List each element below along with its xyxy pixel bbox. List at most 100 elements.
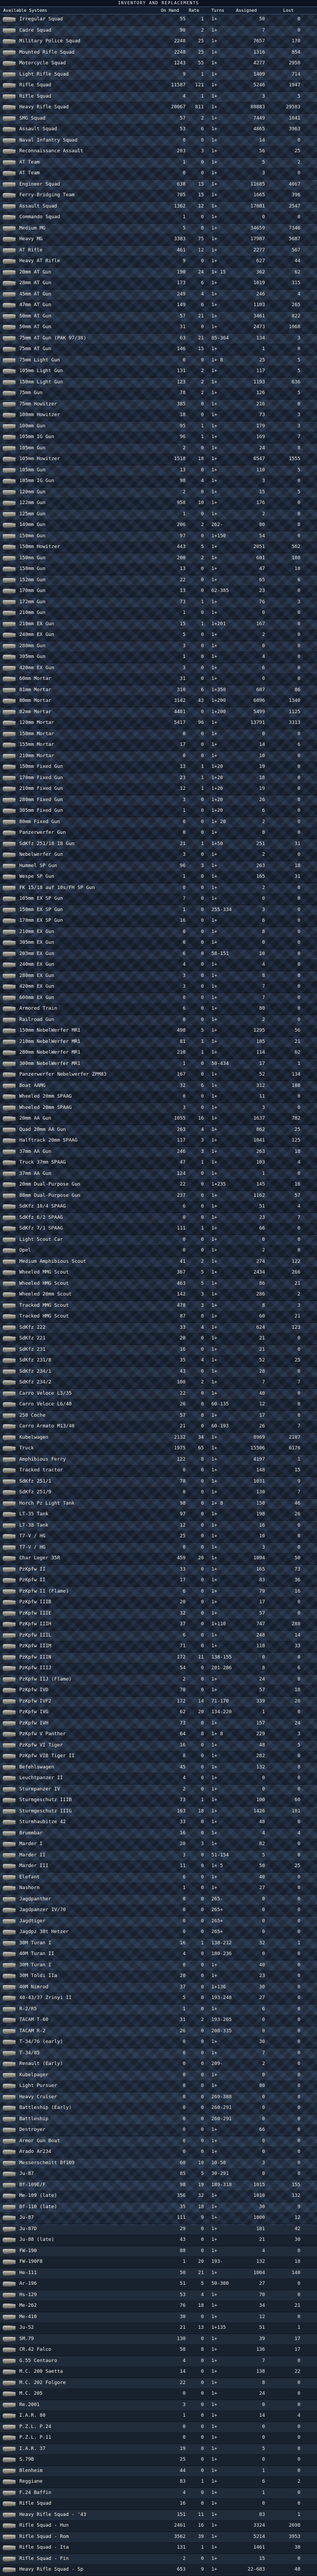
table-row[interactable]: Hs-129 53 4 1+ 70 0 (0, 2290, 317, 2301)
table-row[interactable]: 105mm Gun 2 0 1+ 24 8 (0, 443, 317, 454)
table-row[interactable]: SdKfz 234/2 100 2 1+ 7 7 (0, 1378, 317, 1389)
table-row[interactable]: Elefant 6 0 1+ 40 0 (0, 1872, 317, 1883)
table-row[interactable]: Heavy Rifle Squad 20067 811 1+ 80883 29583 (0, 102, 317, 114)
table-row[interactable]: 105mm EX SP Gun 7 0 1+ 0 0 (0, 894, 317, 905)
table-row[interactable]: 240mm EX Gun 5 0 1+ 2 0 (0, 630, 317, 641)
table-row[interactable]: 45mm AT Gun 249 4 1+ 246 4 (0, 289, 317, 300)
table-row[interactable]: Marder II 3 0 51-154 5 0 (0, 1850, 317, 1861)
table-row[interactable]: PzKpfw IIIJ 54 0 201-286 8 6 (0, 1663, 317, 1675)
table-row[interactable]: AT Team 1 0 1+ 5 2 (0, 157, 317, 168)
table-row[interactable]: Mounted Rifle Squad 2248 25 1+ 1316 854 (0, 47, 317, 58)
table-row[interactable]: 150mm EX SP Gun 1 0 255-334 3 0 (0, 905, 317, 916)
table-row[interactable]: Heavy AT Rifle 9 0 1+ 627 44 (0, 256, 317, 268)
table-row[interactable]: CR.42 Falco 58 8 1+ 136 17 (0, 2345, 317, 2356)
table-row[interactable]: SM.79 130 0 1+ 39 17 (0, 2334, 317, 2345)
table-row[interactable]: PzKpfw VIB Tiger II 8 0 1+ 282 0 (0, 1751, 317, 1763)
table-row[interactable]: Heavy Cruiser 0 0 269-388 0 0 (0, 2092, 317, 2103)
table-row[interactable]: 210mm NebelWerfer MR1 81 1 1+ 185 21 (0, 1037, 317, 1048)
table-row[interactable]: Jagdtiger 0 0 265+ 0 0 (0, 1916, 317, 1927)
table-row[interactable]: Truck 1975 65 1+ 15506 6176 (0, 1444, 317, 1455)
table-row[interactable]: Wheeled MMG Scout 367 5 1+ 2434 266 (0, 1268, 317, 1279)
table-row[interactable]: 150mm Gun 200 2 1+ 601 108 (0, 553, 317, 564)
table-row[interactable]: 280mm NebelWerfer MR1 210 1 1+ 114 62 (0, 1048, 317, 1059)
table-row[interactable]: PzKpfw IIIM 71 0 1+ 118 33 (0, 1641, 317, 1653)
table-row[interactable]: SdKfz 7/1 SPAAG 111 1 1+ 66 0 (0, 1224, 317, 1235)
table-row[interactable]: Opel 0 0 1+ 2 0 (0, 1246, 317, 1257)
table-row[interactable]: Truck 37mm SPAAG 47 1 1+ 103 4 (0, 1158, 317, 1169)
table-row[interactable]: Leuchtpanzer II 4 0 1+ 0 0 (0, 1773, 317, 1785)
table-row[interactable]: Ferry-Bridging Team 705 15 1+ 1665 396 (0, 190, 317, 202)
table-row[interactable]: 120mm Mortar 5417 96 1+ 13791 3313 (0, 718, 317, 729)
table-row[interactable]: Carro Armato M13/40 21 0 60-193 26 7 (0, 1422, 317, 1433)
table-row[interactable]: PzKpfw IIIH 37 0 1+110 747 288 (0, 1619, 317, 1631)
table-row[interactable]: M.C. 202 Folgore 22 0 1+ 8 0 (0, 2378, 317, 2389)
table-row[interactable]: 210mm EX Gun 0 0 1+ 8 0 (0, 927, 317, 938)
table-row[interactable]: Light Rifle Squad 9 1 1+ 1409 714 (0, 69, 317, 80)
header-on-hand[interactable]: On Hand (161, 7, 179, 14)
table-row[interactable]: 210mm Fixed Gun 12 1 1+20 19 0 (0, 784, 317, 795)
table-row[interactable]: 30M Toldi IIa 20 0 1+ 23 0 (0, 1971, 317, 1982)
table-row[interactable]: 150mm Light Gun 123 2 1+ 1193 636 (0, 377, 317, 388)
table-row[interactable]: 280mm Fixed Gun 3 0 1+20 26 0 (0, 795, 317, 806)
header-lost[interactable]: Lost (283, 7, 293, 14)
table-row[interactable]: SdKfz 221 20 0 1+ 21 0 (0, 1334, 317, 1345)
table-row[interactable]: 50mm AT Gun 57 21 1+ 3461 822 (0, 311, 317, 322)
table-row[interactable]: Medium Amphibious Scout 41 2 1+ 274 122 (0, 1256, 317, 1268)
table-row[interactable]: PzKpfw IIIB 20 0 1+ 17 0 (0, 1597, 317, 1609)
table-row[interactable]: Rifle Squad 16 0 1+ 0 0 (0, 2499, 317, 2510)
table-row[interactable]: Military Police Squad 2248 25 1+ 7657 170 (0, 36, 317, 48)
table-row[interactable]: Rifle Squad 4 1 1+ 3 5 (0, 91, 317, 102)
table-row[interactable]: Heavy Rifle Squad - Sp 653 9 1+ 22-683 48 (0, 2565, 317, 2576)
header-turns[interactable]: Turns (211, 7, 224, 14)
table-row[interactable]: Kubelpager 0 0 1+ 0 0 (0, 2070, 317, 2081)
table-row[interactable]: Bf-110 (late) 35 18 1+ 30 9 (0, 2202, 317, 2213)
table-row[interactable]: Me-410 30 0 1+ 12 0 (0, 2312, 317, 2323)
table-row[interactable]: Armored Train 6 0 1+ 80 0 (0, 1004, 317, 1015)
table-row[interactable]: Ju-87 111 9 1+ 1000 12 (0, 2213, 317, 2224)
table-row[interactable]: 20mm Dual-Purpose Gun 22 0 1+235 145 16 (0, 1180, 317, 1191)
table-row[interactable]: Nashorn 1 0 1+ 27 0 (0, 1883, 317, 1894)
table-row[interactable]: 40M Turan II 4 0 180-236 0 0 (0, 1949, 317, 1960)
table-row[interactable]: Carro Veloce L6/40 26 0 60-135 12 0 (0, 1400, 317, 1411)
table-row[interactable]: 37mm AA Gun 124 0 1+ 1 0 (0, 1168, 317, 1180)
table-row[interactable]: Rifle Squad - Hun 2461 16 1+ 3324 2698 (0, 2521, 317, 2532)
table-row[interactable]: SdKfz 251/1 78 0 1+ 1031 9 (0, 1476, 317, 1487)
table-row[interactable]: 28mm AT Gun 173 6 1+ 1019 315 (0, 278, 317, 290)
table-row[interactable]: 75mm Howitzer 385 0 1+ 216 0 (0, 399, 317, 410)
table-row[interactable]: 81mm Mortar 310 6 1+350 687 86 (0, 685, 317, 696)
table-row[interactable]: 150mm Gun 97 0 1+150 54 0 (0, 531, 317, 542)
table-row[interactable]: Rifle Squad - Rom 3562 39 1+ 5214 3953 (0, 2531, 317, 2543)
table-row[interactable]: Sturmhaubitze 42 33 0 1+ 48 0 (0, 1817, 317, 1829)
table-row[interactable]: PzKpfw V Panther 64 8 1+ 8 229 3 (0, 1729, 317, 1741)
table-row[interactable]: Jagdpanzer IV/70 0 0 265+ 0 0 (0, 1905, 317, 1916)
table-row[interactable]: Rifle Squad - Fin 2 0 1+ 15 0 (0, 2553, 317, 2565)
table-row[interactable]: Rifle Squad - Ita 131 1 1+ 1461 38 (0, 2543, 317, 2554)
table-row[interactable]: 203mm EX Gun 6 0 58-151 10 0 (0, 949, 317, 960)
table-row[interactable]: 105mm Howitzer 1518 18 1+ 6547 1555 (0, 454, 317, 465)
table-row[interactable]: Halftrack 20mm SPAAG 117 3 1+ 1041 125 (0, 1136, 317, 1147)
table-row[interactable]: SdKfz 251/18 IB Gun 21 1 1+50 251 31 (0, 839, 317, 850)
table-row[interactable]: Tracked HMG Scout 87 0 1+ 60 21 (0, 1312, 317, 1323)
table-row[interactable]: 210mm Gun 1 0 1+ 0 0 (0, 608, 317, 619)
table-row[interactable]: Carro Veloce L3/35 22 0 1+ 40 0 (0, 1388, 317, 1400)
table-row[interactable]: 300mm NebelWerfer MR1 1 0 50-434 17 1 (0, 1058, 317, 1070)
table-row[interactable]: Ju-52 21 13 1+135 51 1 (0, 2323, 317, 2334)
table-row[interactable]: SdKfz 234/1 43 0 1+ 28 0 (0, 1366, 317, 1378)
table-row[interactable]: Destroyer 0 0 1+ 66 0 (0, 2125, 317, 2136)
table-row[interactable]: Reggiane 83 1 1+ 6 2 (0, 2477, 317, 2488)
table-row[interactable]: Cadre Squad 90 2 1+ 7 0 (0, 25, 317, 36)
table-row[interactable]: 600mm EX Gun 0 0 1+ 7 0 (0, 993, 317, 1004)
table-row[interactable]: Me-262 76 18 1+ 34 21 (0, 2301, 317, 2312)
table-row[interactable]: Ju-87 85 5 30-291 0 0 (0, 2169, 317, 2180)
table-row[interactable]: PzKpfw IVG 62 20 134-220 1 0 (0, 1707, 317, 1719)
table-row[interactable]: PzKpfw IVH 73 0 1+ 157 24 (0, 1718, 317, 1729)
table-row[interactable]: T7-V / HG 0 0 1+ 3 0 (0, 1542, 317, 1553)
table-row[interactable]: Panzerwerfer Gun 0 0 1+ 0 0 (0, 828, 317, 839)
table-row[interactable]: I.A.R. 37 19 0 1+ 5 0 (0, 2444, 317, 2455)
table-row[interactable]: 280mm Gun 3 0 1+ 0 0 (0, 641, 317, 652)
table-row[interactable]: SdKfz 222 33 4 1+ 624 123 (0, 1322, 317, 1334)
table-row[interactable]: Sturmgeschutz IIIG 163 18 1+ 1426 101 (0, 1806, 317, 1817)
table-row[interactable]: 150mm Gun 13 0 1+ 47 10 (0, 564, 317, 575)
table-row[interactable]: SdKfz 231 16 0 1+ 21 0 (0, 1344, 317, 1356)
table-row[interactable]: PzKpfw IIIL 6 0 1+ 248 14 (0, 1630, 317, 1641)
